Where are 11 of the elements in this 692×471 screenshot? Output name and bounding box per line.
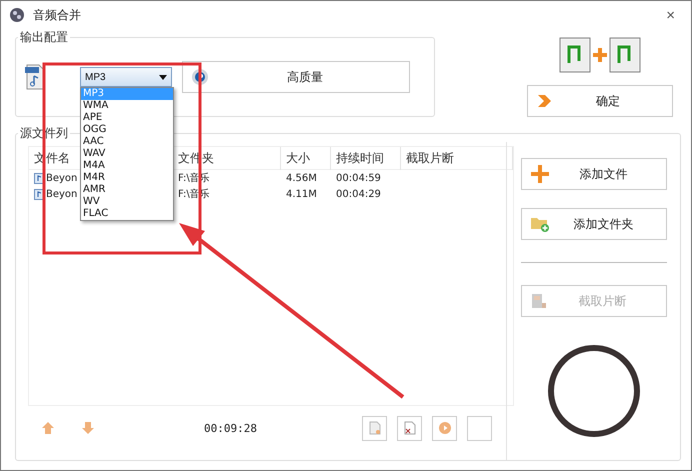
table-cell-text: 00:04:59 [335,172,382,184]
table-cell: Beyon [46,188,78,200]
table-cell-text: F:\音乐 [177,188,211,201]
table-cell-text: 4.56M [285,172,318,184]
total-duration: 00:09:28 [204,422,257,434]
window-title: 音频合并 [33,6,81,24]
table-cell-text: F:\音乐 [177,172,211,185]
table-cell: Beyon [46,172,78,184]
group-title: 输出配置 [19,29,69,46]
table-cell-text: 00:04:29 [335,188,382,200]
table-cell-text: 4.11M [285,188,318,200]
